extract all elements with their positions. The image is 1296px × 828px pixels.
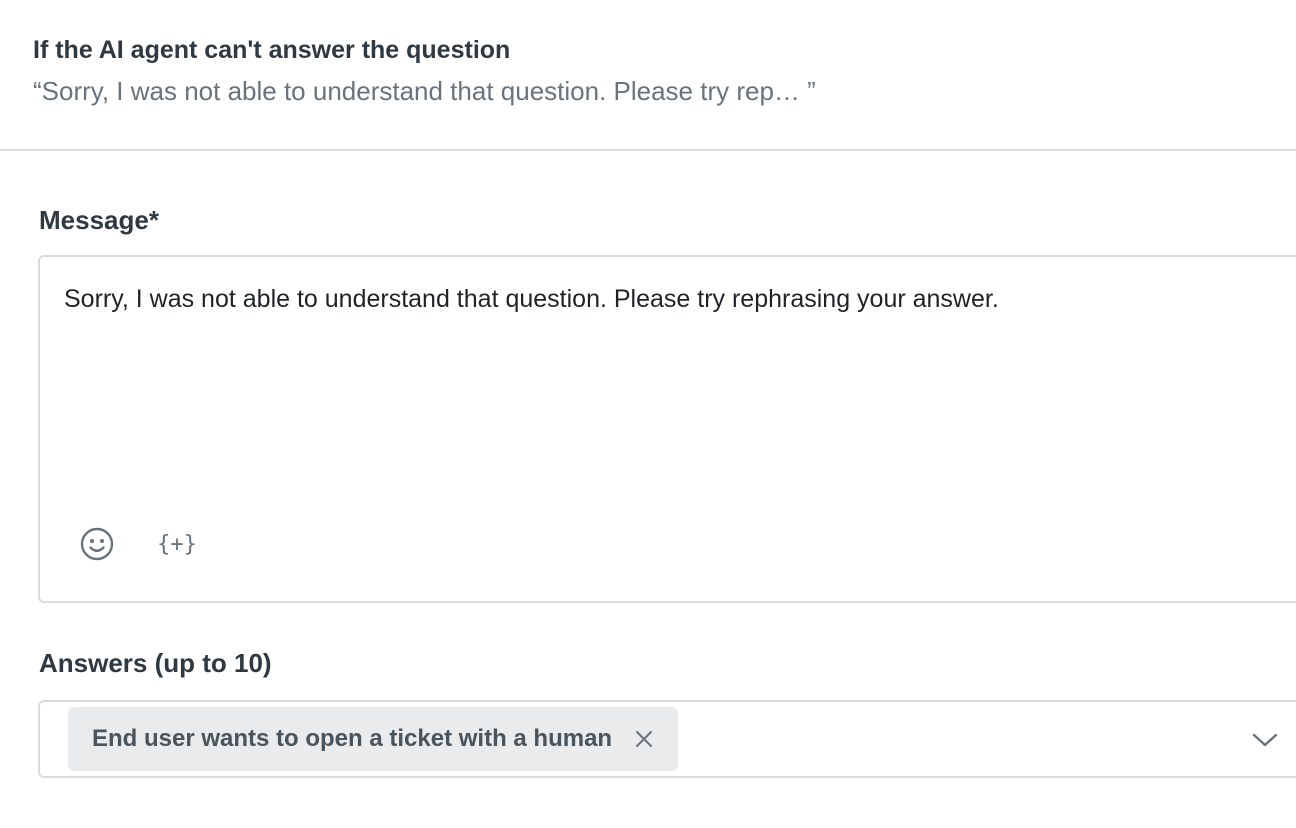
smiley-icon [80,527,114,561]
dropdown-toggle[interactable] [1250,726,1280,754]
answer-tag: End user wants to open a ticket with a h… [68,707,679,771]
answers-label: Answers (up to 10) [39,648,272,678]
tag-remove-button[interactable] [634,729,654,749]
section-header[interactable]: If the AI agent can't answer the questio… [0,0,1296,151]
emoji-button[interactable] [78,525,116,563]
chevron-down-icon [1252,733,1278,747]
section-summary: “Sorry, I was not able to understand tha… [33,76,816,106]
insert-variable-button[interactable]: {+} [157,525,197,563]
section-title: If the AI agent can't answer the questio… [33,36,511,64]
message-label: Message* [39,205,159,235]
message-text[interactable]: Sorry, I was not able to understand that… [64,285,999,314]
answers-select[interactable]: End user wants to open a ticket with a h… [38,700,1296,778]
message-textarea[interactable]: Sorry, I was not able to understand that… [38,255,1296,603]
curly-plus-icon: {+} [157,531,197,557]
close-icon [636,731,653,747]
page: If the AI agent can't answer the questio… [0,0,1296,828]
answer-tag-label: End user wants to open a ticket with a h… [92,725,613,752]
